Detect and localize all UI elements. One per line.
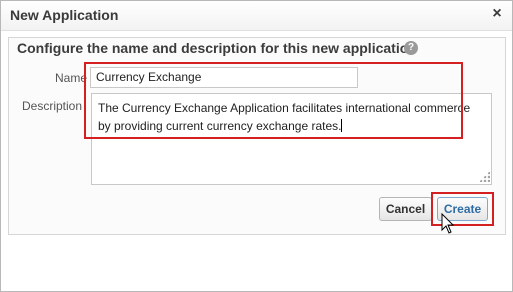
dialog-title: New Application bbox=[10, 7, 119, 23]
name-input[interactable]: Currency Exchange bbox=[90, 67, 358, 88]
close-icon[interactable]: × bbox=[490, 6, 504, 22]
mouse-pointer-icon bbox=[441, 213, 455, 234]
help-icon[interactable]: ? bbox=[404, 41, 418, 55]
cancel-button[interactable]: Cancel bbox=[379, 197, 432, 221]
name-label: Name bbox=[55, 71, 88, 85]
dialog-titlebar: New Application bbox=[1, 1, 512, 31]
description-text: The Currency Exchange Application facili… bbox=[98, 101, 471, 133]
description-textarea[interactable]: The Currency Exchange Application facili… bbox=[91, 93, 492, 185]
form-heading: Configure the name and description for t… bbox=[17, 40, 417, 56]
text-caret bbox=[341, 119, 343, 132]
description-label: Description bbox=[22, 99, 83, 113]
